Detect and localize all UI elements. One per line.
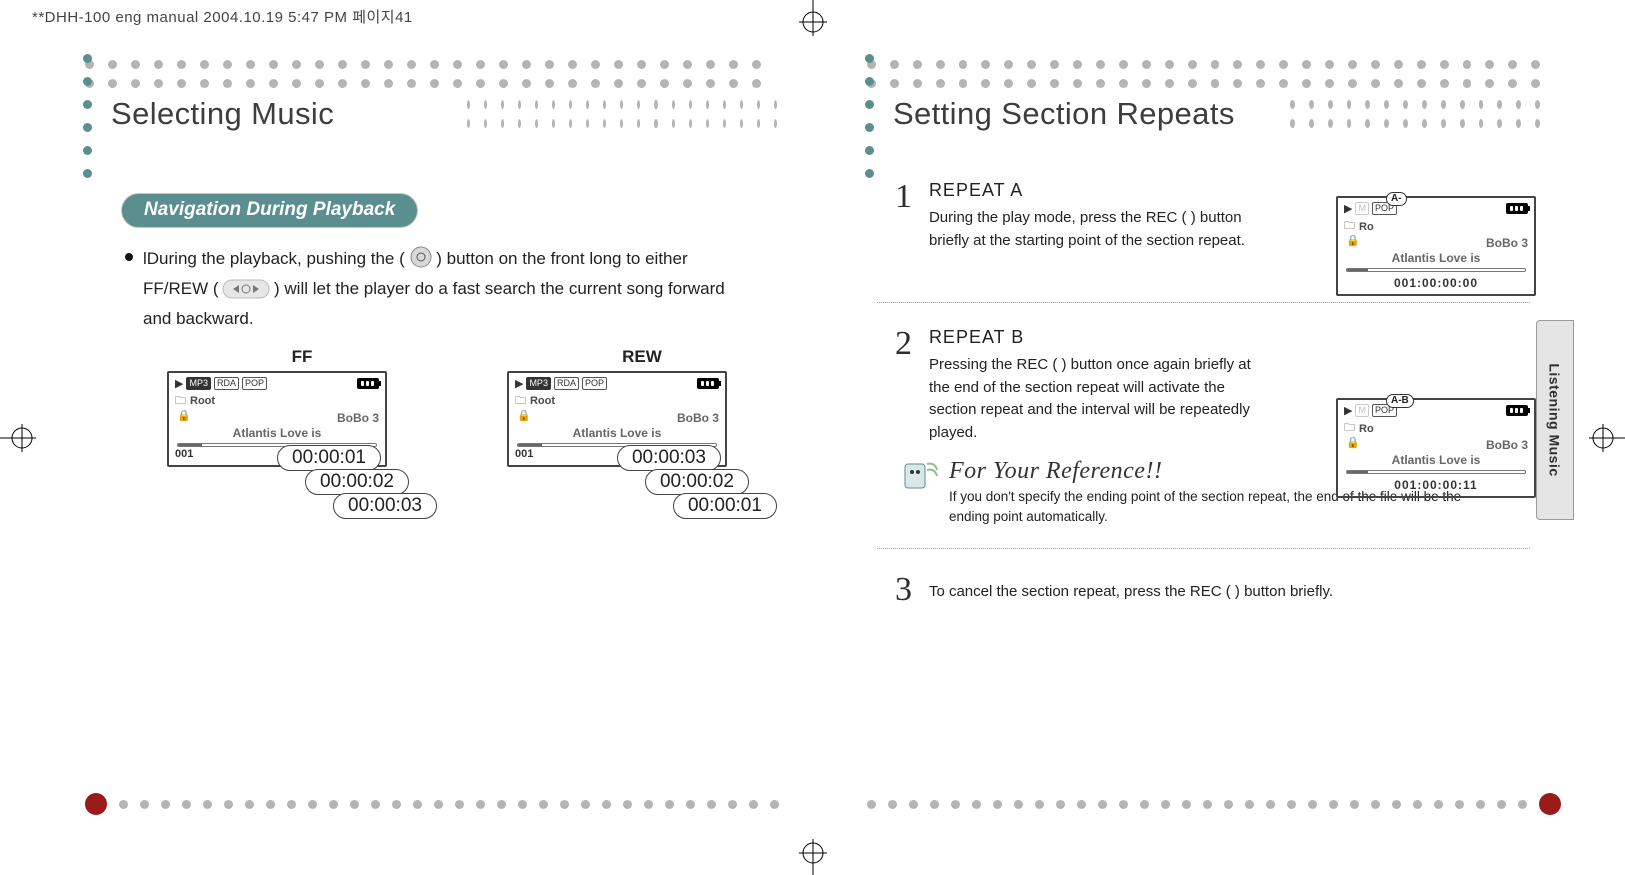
crop-mark-right: [1590, 398, 1625, 478]
track-label: Atlantis Love is: [175, 426, 379, 440]
time-oval: 00:00:02: [645, 469, 749, 495]
jog-button-icon: [410, 246, 432, 276]
ff-column: FF ▶ MP3 RDA POP 🗀 Root 🔒 BoBo 3: [167, 347, 437, 519]
para-a: lDuring the playback, pushing the (: [143, 249, 405, 268]
title-side-dots: [865, 54, 874, 178]
section-pill: Navigation During Playback: [121, 193, 418, 228]
title-trail-dots-right: [1290, 100, 1540, 128]
lock-icon: 🔒: [517, 409, 531, 422]
lock-icon: 🔒: [1346, 436, 1360, 449]
reference-mascot-icon: [899, 458, 939, 492]
header-dots-right: [867, 60, 1540, 88]
print-job-note: **DHH-100 eng manual 2004.10.19 5:47 PM …: [32, 6, 413, 27]
lock-icon: 🔒: [1346, 234, 1360, 247]
section-tab-label: Listening Music: [1547, 363, 1563, 476]
time-oval: 00:00:01: [673, 493, 777, 519]
artist-label: BoBo 3: [175, 411, 379, 425]
battery-icon: [357, 378, 379, 389]
tag-rda: RDA: [214, 377, 239, 390]
step-text-3: To cancel the section repeat, press the …: [929, 581, 1489, 604]
ffrew-arrows-icon: [223, 280, 269, 306]
ff-time-stack: 00:00:01 00:00:02 00:00:03: [277, 445, 437, 519]
artist-label: BoBo 3: [1344, 236, 1528, 250]
track-label: Atlantis Love is: [1344, 453, 1528, 467]
time-oval: 00:00:03: [617, 445, 721, 471]
tag-mp3: MP3: [186, 377, 211, 390]
time-oval: 00:00:03: [333, 493, 437, 519]
step-text-2: Pressing the REC ( ) button once again b…: [929, 354, 1269, 444]
artist-label: BoBo 3: [515, 411, 719, 425]
battery-icon: [1506, 405, 1528, 416]
title-trail-dots-left: [467, 100, 777, 128]
step-title-2: REPEAT B: [929, 327, 1540, 348]
crop-mark-top: [773, 0, 853, 35]
section-tab-listening-music: Listening Music: [1536, 320, 1574, 520]
progress-bar: [1346, 470, 1526, 474]
page-right: Setting Section Repeats 1 REPEAT A Durin…: [857, 60, 1550, 815]
ff-label: FF: [167, 347, 437, 367]
root-label: Ro: [1359, 221, 1374, 233]
time-oval: 00:00:02: [305, 469, 409, 495]
page-dot-icon: [85, 793, 107, 815]
step-num-2: 2: [895, 327, 919, 361]
repeat-a-tag: A-: [1386, 192, 1407, 206]
progress-bar: [1346, 268, 1526, 272]
crop-mark-bottom: [773, 840, 853, 875]
track-label: Atlantis Love is: [515, 426, 719, 440]
root-label: Ro: [1359, 423, 1374, 435]
track-label: Atlantis Love is: [1344, 251, 1528, 265]
track-index: 001: [515, 448, 533, 460]
repeat-ab-tag: A-B: [1386, 394, 1414, 408]
header-dots-left: [85, 60, 777, 88]
step-text-1: During the play mode, press the REC ( ) …: [929, 207, 1269, 252]
lcd-repeat-b: ▶ M A-B POP 🗀 Ro 🔒 BoBo 3 Atlantis Love …: [1336, 398, 1536, 498]
footer-dots-right: [867, 793, 1540, 815]
page-dot-icon: [1539, 793, 1561, 815]
tag-pop: POP: [242, 377, 267, 390]
lcd-repeat-a: ▶ M A- POP 🗀 Ro 🔒 BoBo 3 Atlantis Love i…: [1336, 196, 1536, 296]
rew-label: REW: [507, 347, 777, 367]
crop-mark-left: [0, 398, 35, 478]
time-code: 001:00:00:11: [1344, 478, 1528, 492]
rew-time-stack: 00:00:03 00:00:02 00:00:01: [617, 445, 777, 519]
lock-icon: 🔒: [177, 409, 191, 422]
rew-column: REW ▶ MP3 RDA POP 🗀 Root 🔒 BoBo 3: [507, 347, 777, 519]
title-side-dots: [83, 54, 92, 178]
play-icon: ▶: [175, 377, 183, 390]
playback-instruction: lDuring the playback, pushing the ( ) bu…: [125, 246, 745, 333]
artist-label: BoBo 3: [1344, 438, 1528, 452]
time-oval: 00:00:01: [277, 445, 381, 471]
root-label: Root: [190, 395, 215, 407]
step-num-3: 3: [895, 573, 919, 607]
track-index: 001: [175, 448, 193, 460]
battery-icon: [697, 378, 719, 389]
root-label: Root: [530, 395, 555, 407]
play-icon: ▶: [1344, 404, 1352, 417]
footer-dots-left: [85, 793, 777, 815]
page-left: Selecting Music Navigation During Playba…: [75, 60, 787, 815]
section-separator: [877, 302, 1530, 303]
tag-mp3: MP3: [526, 377, 551, 390]
play-icon: ▶: [515, 377, 523, 390]
step-num-1: 1: [895, 180, 919, 214]
battery-icon: [1506, 203, 1528, 214]
section-separator: [877, 548, 1530, 549]
tag-pop: POP: [582, 377, 607, 390]
play-icon: ▶: [1344, 202, 1352, 215]
time-code: 001:00:00:00: [1344, 276, 1528, 290]
tag-rda: RDA: [554, 377, 579, 390]
